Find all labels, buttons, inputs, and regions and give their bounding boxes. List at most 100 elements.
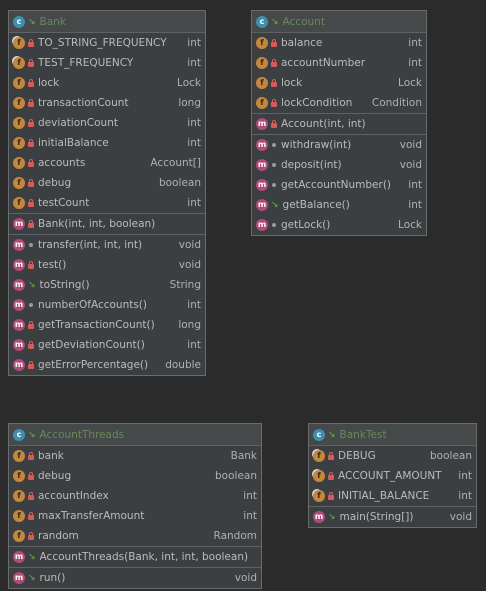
field-row[interactable]: f TO_STRING_FREQUENCY int (9, 33, 205, 53)
method-row[interactable]: m ↘ run() void (9, 568, 261, 588)
field-name: transactionCount (38, 97, 129, 109)
field-type: int (187, 117, 201, 129)
private-lock-icon (28, 199, 34, 207)
field-name: balance (281, 37, 323, 49)
method-row[interactable]: m getLock() Lock (252, 215, 426, 235)
field-row[interactable]: f testCount int (9, 193, 205, 213)
constructor-row[interactable]: m ↘ AccountThreads(Bank, int, int, boolean… (9, 547, 261, 567)
return-type: int (408, 199, 422, 211)
method-icon: m (13, 319, 25, 331)
field-row[interactable]: f DEBUG boolean (309, 446, 476, 466)
field-row[interactable]: f transactionCount long (9, 93, 205, 113)
field-type: Bank (230, 450, 257, 462)
class-header[interactable]: c ↘ Account (252, 11, 426, 33)
field-row[interactable]: f INITIAL_BALANCE int (309, 486, 476, 506)
field-icon: f (13, 97, 25, 109)
return-type: Lock (398, 219, 422, 231)
method-signature: getTransactionCount() (38, 319, 155, 331)
field-type: Account[] (150, 157, 201, 169)
constructors-section: m Account(int, int) (252, 114, 426, 135)
package-dot-icon (271, 181, 277, 189)
public-icon: ↘ (328, 512, 336, 522)
constructor-row[interactable]: m Account(int, int) (252, 114, 426, 134)
field-type: int (187, 197, 201, 209)
public-icon: ↘ (271, 200, 279, 210)
private-lock-icon (28, 321, 34, 329)
class-box-accountthreads[interactable]: c ↘ AccountThreads f bank Bank f debug boolean f a… (8, 423, 262, 589)
class-header[interactable]: c ↘ Bank (9, 11, 205, 33)
methods-section: m withdraw(int) void m deposit(int) void m getA… (252, 135, 426, 235)
field-row[interactable]: f lockCondition Condition (252, 93, 426, 113)
class-header[interactable]: c ↘ AccountThreads (9, 424, 261, 446)
method-signature: getErrorPercentage() (38, 359, 149, 371)
class-box-bank[interactable]: c ↘ Bank f TO_STRING_FREQUENCY int f TEST_FREQU… (8, 10, 206, 376)
method-row[interactable]: m ↘ toString() String (9, 275, 205, 295)
constructor-row[interactable]: m Bank(int, int, boolean) (9, 214, 205, 234)
method-row[interactable]: m getErrorPercentage() double (9, 355, 205, 375)
field-icon: f (256, 97, 268, 109)
method-row[interactable]: m getTransactionCount() long (9, 315, 205, 335)
field-icon: f (13, 510, 25, 522)
field-row[interactable]: f TEST_FREQUENCY int (9, 53, 205, 73)
field-icon: f (13, 530, 25, 542)
method-row[interactable]: m getAccountNumber() int (252, 175, 426, 195)
field-name: lockCondition (281, 97, 353, 109)
package-dot-icon (271, 141, 277, 149)
field-row[interactable]: f debug boolean (9, 173, 205, 193)
field-type: boolean (159, 177, 201, 189)
field-icon: f (256, 77, 268, 89)
method-row[interactable]: m ↘ main(String[]) void (309, 507, 476, 527)
field-icon: f (13, 450, 25, 462)
method-signature: deposit(int) (281, 159, 342, 171)
class-box-account[interactable]: c ↘ Account f balance int f accountNumber int f lo… (251, 10, 427, 236)
method-signature: getAccountNumber() (281, 179, 392, 191)
method-signature: getLock() (281, 219, 331, 231)
field-row[interactable]: f maxTransferAmount int (9, 506, 261, 526)
field-type: Lock (398, 77, 422, 89)
private-lock-icon (28, 472, 34, 480)
method-row[interactable]: m test() void (9, 255, 205, 275)
field-row[interactable]: f ACCOUNT_AMOUNT int (309, 466, 476, 486)
field-row[interactable]: f random Random (9, 526, 261, 546)
field-name: TO_STRING_FREQUENCY (38, 37, 167, 49)
field-icon: f (13, 57, 25, 69)
package-dot-icon (28, 301, 34, 309)
method-row[interactable]: m getDeviationCount() int (9, 335, 205, 355)
private-lock-icon (28, 39, 34, 47)
fields-section: f bank Bank f debug boolean f accountIndex int f m… (9, 446, 261, 547)
field-row[interactable]: f lock Lock (252, 73, 426, 93)
method-row[interactable]: m transfer(int, int, int) void (9, 235, 205, 255)
method-icon: m (256, 179, 268, 191)
method-row[interactable]: m ↘ getBalance() int (252, 195, 426, 215)
class-box-banktest[interactable]: c ↘ BankTest f DEBUG boolean f ACCOUNT_AMOUNT in… (308, 423, 477, 528)
class-header[interactable]: c ↘ BankTest (309, 424, 476, 446)
return-type: void (234, 572, 257, 584)
field-row[interactable]: f accountNumber int (252, 53, 426, 73)
field-row[interactable]: f lock Lock (9, 73, 205, 93)
method-row[interactable]: m numberOfAccounts() int (9, 295, 205, 315)
field-name: ACCOUNT_AMOUNT (338, 470, 442, 482)
field-row[interactable]: f initialBalance int (9, 133, 205, 153)
field-row[interactable]: f balance int (252, 33, 426, 53)
method-row[interactable]: m withdraw(int) void (252, 135, 426, 155)
field-row[interactable]: f debug boolean (9, 466, 261, 486)
field-row[interactable]: f accounts Account[] (9, 153, 205, 173)
method-signature: transfer(int, int, int) (38, 239, 143, 251)
field-row[interactable]: f deviationCount int (9, 113, 205, 133)
private-lock-icon (28, 452, 34, 460)
private-lock-icon (328, 472, 334, 480)
return-type: void (178, 239, 201, 251)
method-signature: withdraw(int) (281, 139, 352, 151)
field-name: lock (281, 77, 303, 89)
method-signature: main(String[]) (339, 511, 414, 523)
class-icon: c (313, 428, 325, 441)
field-type: boolean (430, 450, 472, 462)
method-icon: m (13, 279, 25, 291)
private-lock-icon (28, 261, 34, 269)
private-lock-icon (28, 99, 34, 107)
field-row[interactable]: f accountIndex int (9, 486, 261, 506)
method-icon: m (13, 572, 25, 584)
method-row[interactable]: m deposit(int) void (252, 155, 426, 175)
method-icon: m (256, 199, 268, 211)
field-row[interactable]: f bank Bank (9, 446, 261, 466)
